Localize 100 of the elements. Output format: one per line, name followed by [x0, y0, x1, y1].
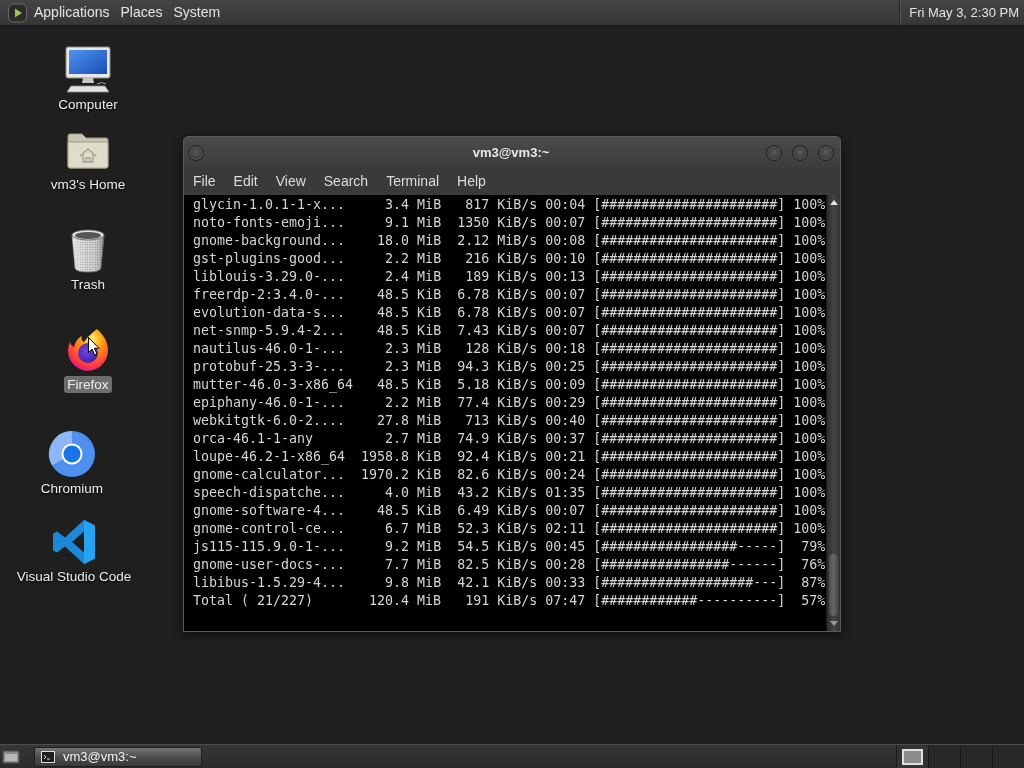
menu-item[interactable]: View: [266, 170, 315, 193]
progress-hashes-text: [######################]: [593, 340, 786, 358]
package-name: Total ( 21/227): [193, 592, 314, 610]
percent-text: 100%: [793, 394, 826, 412]
download-rate: 82.5 KiB/s: [457, 556, 538, 574]
play-logo-icon[interactable]: [7, 2, 28, 23]
progress-hashes-text: [######################]: [593, 502, 786, 520]
download-rate: 713 KiB/s: [465, 412, 538, 430]
progress-hashes-text: [######################]: [593, 286, 786, 304]
progress-hashes-text: [######################]: [593, 484, 786, 502]
download-rate: 43.2 KiB/s: [457, 484, 538, 502]
percent-text: 76%: [801, 556, 826, 574]
panel-menu[interactable]: Applications: [29, 2, 115, 23]
download-rate: 54.5 KiB/s: [457, 538, 538, 556]
taskbar-button[interactable]: vm3@vm3:~: [34, 746, 202, 767]
download-rate: 128 KiB/s: [465, 340, 538, 358]
scrollbar-thumb[interactable]: [829, 554, 838, 616]
menu-item[interactable]: Terminal: [377, 170, 449, 193]
progress-hashes-text: [###################---]: [593, 574, 786, 592]
package-name: net-snmp-5.9.4-2...: [193, 322, 346, 340]
time-remaining: 00:07: [545, 286, 586, 304]
download-rate: 6.78 KiB/s: [457, 304, 538, 322]
percent-text: 100%: [793, 466, 826, 484]
progress-hashes-text: [################------]: [593, 556, 786, 574]
menu-item[interactable]: Help: [448, 170, 495, 193]
panel-menu[interactable]: Places: [115, 2, 168, 23]
progress-hashes-text: [######################]: [593, 358, 786, 376]
percent-text: 79%: [801, 538, 826, 556]
progress-hashes-text: [######################]: [593, 250, 786, 268]
package-name: mutter-46.0-3-x86_64: [193, 376, 354, 394]
percent-text: 100%: [793, 286, 826, 304]
package-name: speech-dispatche...: [193, 484, 346, 502]
progress-hashes-text: [######################]: [593, 196, 786, 214]
download-rate: 82.6 KiB/s: [457, 466, 538, 484]
time-remaining: 02:11: [545, 520, 586, 538]
package-name: nautilus-46.0-1-...: [193, 340, 346, 358]
time-remaining: 00:40: [545, 412, 586, 430]
panel-menu[interactable]: System: [168, 2, 226, 23]
download-rate: 216 KiB/s: [465, 250, 538, 268]
menu-item[interactable]: Edit: [224, 170, 267, 193]
package-name: epiphany-46.0-1-...: [193, 394, 346, 412]
package-name: loupe-46.2-1-x86_64: [193, 448, 346, 466]
scroll-down-arrow-icon[interactable]: [829, 621, 838, 626]
workspace-button[interactable]: [896, 745, 928, 768]
menu-item[interactable]: File: [184, 170, 225, 193]
desktop-icon-label[interactable]: vm3's Home: [47, 176, 129, 193]
desktop-icon-label[interactable]: Visual Studio Code: [13, 568, 135, 585]
percent-text: 100%: [793, 412, 826, 430]
percent-text: 100%: [793, 214, 826, 232]
progress-hashes-text: [######################]: [593, 466, 786, 484]
scroll-up-arrow-icon[interactable]: [829, 200, 838, 205]
menu-item[interactable]: Search: [314, 170, 378, 193]
ribbon-logo-icon: [50, 518, 98, 566]
download-size: 4.0 MiB: [385, 484, 442, 502]
scrollbar[interactable]: [826, 195, 840, 631]
percent-text: 100%: [793, 448, 826, 466]
download-size: 2.2 MiB: [385, 394, 442, 412]
time-remaining: 00:21: [545, 448, 586, 466]
time-remaining: 00:04: [545, 196, 586, 214]
package-name: protobuf-25.3-3-...: [193, 358, 346, 376]
time-remaining: 00:08: [545, 232, 586, 250]
maximize-button[interactable]: [792, 144, 808, 161]
progress-hashes-text: [#################-----]: [593, 538, 786, 556]
download-rate: 52.3 KiB/s: [457, 520, 538, 538]
desktop-icon-label[interactable]: Computer: [55, 96, 121, 113]
package-name: gnome-calculator...: [193, 466, 346, 484]
percent-text: 100%: [793, 322, 826, 340]
time-remaining: 07:47: [545, 592, 586, 610]
percent-text: 100%: [793, 484, 826, 502]
desktop-icon-label[interactable]: Firefox: [64, 376, 112, 393]
percent-text: 100%: [793, 250, 826, 268]
progress-hashes-text: [######################]: [593, 232, 786, 250]
desktop-icon-label[interactable]: Chromium: [37, 480, 107, 497]
time-remaining: 00:24: [545, 466, 586, 484]
package-name: js115-115.9.0-1-...: [193, 538, 346, 556]
show-desktop-icon[interactable]: [2, 748, 20, 765]
download-rate: 6.49 KiB/s: [457, 502, 538, 520]
percent-text: 100%: [793, 304, 826, 322]
clock-text[interactable]: Fri May 3, 2:30 PM: [904, 2, 1024, 23]
download-rate: 2.12 MiB/s: [457, 232, 538, 250]
download-size: 6.7 MiB: [385, 520, 442, 538]
time-remaining: 00:29: [545, 394, 586, 412]
ring-logo-icon: [48, 430, 96, 478]
download-rate: 1350 KiB/s: [457, 214, 538, 232]
download-size: 48.5 KiB: [377, 304, 442, 322]
download-size: 1958.8 KiB: [361, 448, 442, 466]
desktop-icon-label[interactable]: Trash: [68, 276, 108, 293]
progress-hashes-text: [######################]: [593, 448, 786, 466]
download-size: 2.4 MiB: [385, 268, 442, 286]
download-size: 48.5 KiB: [377, 502, 442, 520]
progress-hashes-text: [######################]: [593, 268, 786, 286]
mouse-pointer-icon: [88, 337, 100, 356]
package-name: gnome-user-docs-...: [193, 556, 346, 574]
download-size: 9.2 MiB: [385, 538, 442, 556]
progress-hashes-text: [######################]: [593, 430, 786, 448]
download-size: 2.3 MiB: [385, 340, 442, 358]
download-rate: 7.43 KiB/s: [457, 322, 538, 340]
package-name: noto-fonts-emoji...: [193, 214, 346, 232]
download-rate: 189 KiB/s: [465, 268, 538, 286]
package-name: orca-46.1-1-any: [193, 430, 314, 448]
